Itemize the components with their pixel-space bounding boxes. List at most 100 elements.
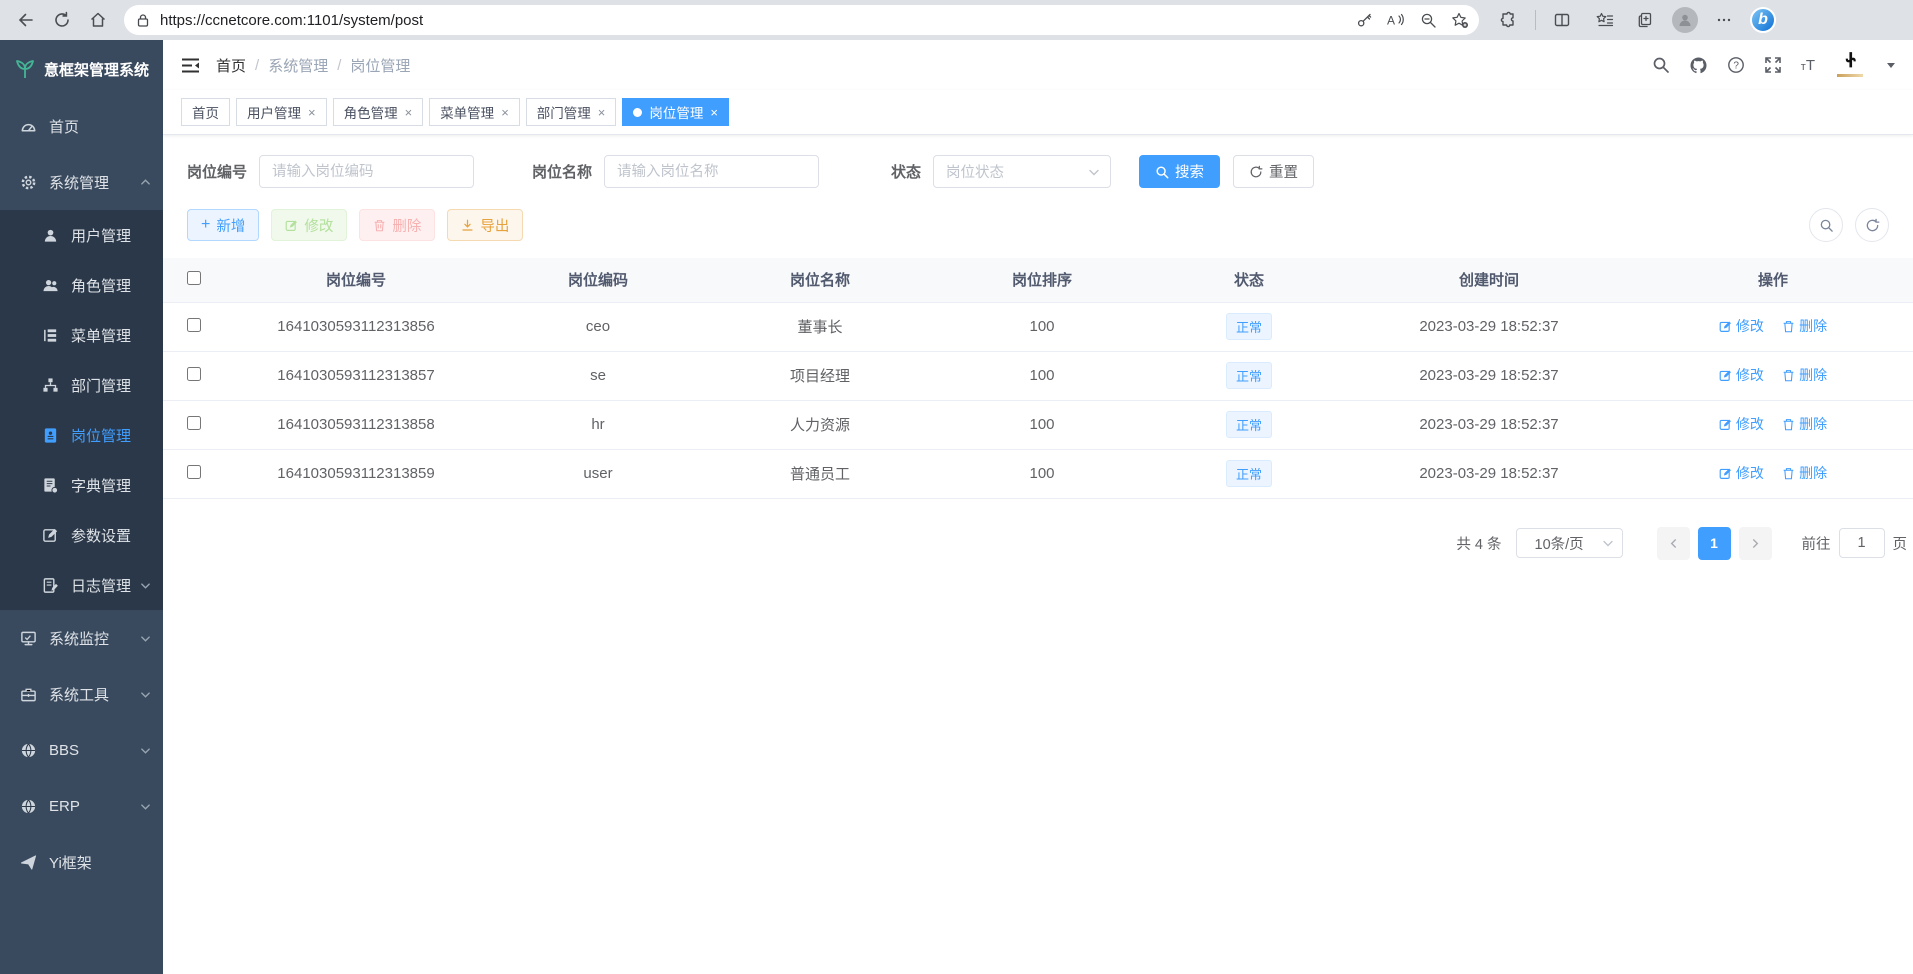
sidebar-item-system[interactable]: 系统管理 (0, 154, 163, 210)
select-all-checkbox[interactable] (187, 271, 201, 285)
close-icon[interactable]: × (501, 105, 509, 120)
row-checkbox[interactable] (187, 318, 201, 332)
tab-dept-mgmt[interactable]: 部门管理× (526, 98, 617, 126)
sidebar-item-home[interactable]: 首页 (0, 98, 163, 154)
chevron-down-icon (1088, 166, 1100, 178)
row-delete-link[interactable]: 删除 (1782, 316, 1827, 336)
sidebar-toggle-icon[interactable] (181, 57, 200, 74)
delete-button[interactable]: 删除 (359, 209, 435, 241)
tab-role-mgmt[interactable]: 角色管理× (333, 98, 424, 126)
url-text[interactable]: https://ccnetcore.com:1101/system/post (160, 12, 1356, 29)
col-created: 创建时间 (1345, 258, 1633, 302)
sidebar-item-erp[interactable]: ERP (0, 778, 163, 834)
sidebar-item-menu-mgmt[interactable]: 菜单管理 (0, 310, 163, 360)
cell-post-id: 1641030593112313856 (225, 302, 487, 351)
post-code-input[interactable] (259, 155, 474, 188)
sidebar-item-label: 首页 (49, 116, 79, 137)
bing-chat-icon[interactable]: b (1750, 7, 1776, 33)
password-key-icon[interactable] (1356, 12, 1373, 29)
page-unit-label: 页 (1893, 533, 1908, 554)
github-icon[interactable] (1689, 56, 1708, 75)
search-button[interactable]: 搜索 (1139, 155, 1220, 188)
browser-back-button[interactable] (10, 4, 42, 36)
help-icon[interactable]: ? (1727, 56, 1745, 74)
tab-menu-mgmt[interactable]: 菜单管理× (429, 98, 520, 126)
font-size-icon[interactable]: тT (1801, 57, 1815, 74)
address-bar[interactable]: https://ccnetcore.com:1101/system/post A (124, 5, 1479, 35)
show-search-toggle-button[interactable] (1809, 208, 1843, 242)
sidebar-item-user-mgmt[interactable]: 用户管理 (0, 210, 163, 260)
add-favorite-icon[interactable] (1451, 12, 1469, 29)
add-button[interactable]: + 新增 (187, 209, 259, 241)
next-page-button[interactable] (1739, 527, 1772, 560)
row-edit-link[interactable]: 修改 (1719, 365, 1764, 385)
sidebar-item-dict-mgmt[interactable]: 字典管理 (0, 460, 163, 510)
row-delete-link[interactable]: 删除 (1782, 365, 1827, 385)
sidebar-item-bbs[interactable]: BBS (0, 722, 163, 778)
browser-refresh-button[interactable] (46, 4, 78, 36)
export-button[interactable]: 导出 (447, 209, 523, 241)
reset-button[interactable]: 重置 (1233, 155, 1314, 188)
favorites-bar-icon[interactable] (1588, 4, 1620, 36)
sidebar-item-label: 系统工具 (49, 684, 109, 705)
tab-post-mgmt[interactable]: 岗位管理× (622, 98, 729, 126)
collections-icon[interactable] (1630, 4, 1662, 36)
sidebar-item-tools[interactable]: 系统工具 (0, 666, 163, 722)
row-delete-link[interactable]: 删除 (1782, 463, 1827, 483)
row-checkbox[interactable] (187, 465, 201, 479)
breadcrumb-level1: 系统管理 (268, 55, 328, 76)
col-status: 状态 (1153, 258, 1345, 302)
sidebar-item-monitor[interactable]: 系统监控 (0, 610, 163, 666)
zoom-out-icon[interactable] (1420, 12, 1437, 29)
browser-menu-icon[interactable] (1708, 4, 1740, 36)
close-icon[interactable]: × (308, 105, 316, 120)
sidebar-item-role-mgmt[interactable]: 角色管理 (0, 260, 163, 310)
refresh-table-button[interactable] (1855, 208, 1889, 242)
row-edit-link[interactable]: 修改 (1719, 463, 1764, 483)
tab-home[interactable]: 首页 (181, 98, 230, 126)
split-screen-icon[interactable] (1546, 4, 1578, 36)
row-checkbox[interactable] (187, 367, 201, 381)
tab-user-mgmt[interactable]: 用户管理× (236, 98, 327, 126)
sidebar-item-dept-mgmt[interactable]: 部门管理 (0, 360, 163, 410)
site-lock-icon[interactable] (136, 13, 150, 28)
avatar-dropdown-caret-icon[interactable] (1887, 63, 1895, 68)
browser-home-button[interactable] (82, 4, 114, 36)
page-number-button[interactable]: 1 (1698, 527, 1731, 560)
chevron-down-icon (140, 689, 151, 700)
cell-post-id: 1641030593112313857 (225, 351, 487, 400)
close-icon[interactable]: × (405, 105, 413, 120)
pagination-total: 共 4 条 (1456, 533, 1501, 554)
close-icon[interactable]: × (710, 105, 718, 120)
sidebar-item-log-mgmt[interactable]: 日志管理 (0, 560, 163, 610)
header-search-icon[interactable] (1652, 56, 1670, 74)
app-logo[interactable]: 意框架管理系统 (0, 40, 163, 98)
extensions-icon[interactable] (1493, 4, 1525, 36)
sidebar-item-param-settings[interactable]: 参数设置 (0, 510, 163, 560)
edit-button[interactable]: 修改 (271, 209, 347, 241)
row-checkbox[interactable] (187, 416, 201, 430)
browser-profile-avatar[interactable] (1672, 7, 1698, 33)
sidebar-item-post-mgmt[interactable]: 岗位管理 (0, 410, 163, 460)
row-edit-link[interactable]: 修改 (1719, 414, 1764, 434)
sidebar: 意框架管理系统 首页 系统管理 用户管理 角色管理 菜单管理 (0, 40, 163, 974)
read-aloud-icon[interactable]: A (1387, 12, 1406, 28)
sidebar-item-yi-framework[interactable]: Yi框架 (0, 834, 163, 890)
close-icon[interactable]: × (598, 105, 606, 120)
sidebar-item-label: 日志管理 (71, 575, 131, 596)
row-delete-link[interactable]: 删除 (1782, 414, 1827, 434)
user-avatar[interactable]: Ꮠ (1834, 50, 1866, 80)
status-select[interactable]: 岗位状态 (933, 155, 1111, 188)
fullscreen-icon[interactable] (1764, 56, 1782, 74)
page-size-select[interactable]: 10条/页 (1516, 528, 1623, 558)
status-badge: 正常 (1226, 411, 1272, 438)
breadcrumb-home[interactable]: 首页 (216, 55, 246, 76)
sidebar-item-label: 字典管理 (71, 475, 131, 496)
post-name-input[interactable] (604, 155, 819, 188)
leaf-logo-icon (14, 59, 36, 79)
chevron-down-icon (140, 580, 151, 591)
goto-page-input[interactable] (1839, 528, 1885, 558)
prev-page-button[interactable] (1657, 527, 1690, 560)
col-post-code: 岗位编码 (487, 258, 709, 302)
row-edit-link[interactable]: 修改 (1719, 316, 1764, 336)
